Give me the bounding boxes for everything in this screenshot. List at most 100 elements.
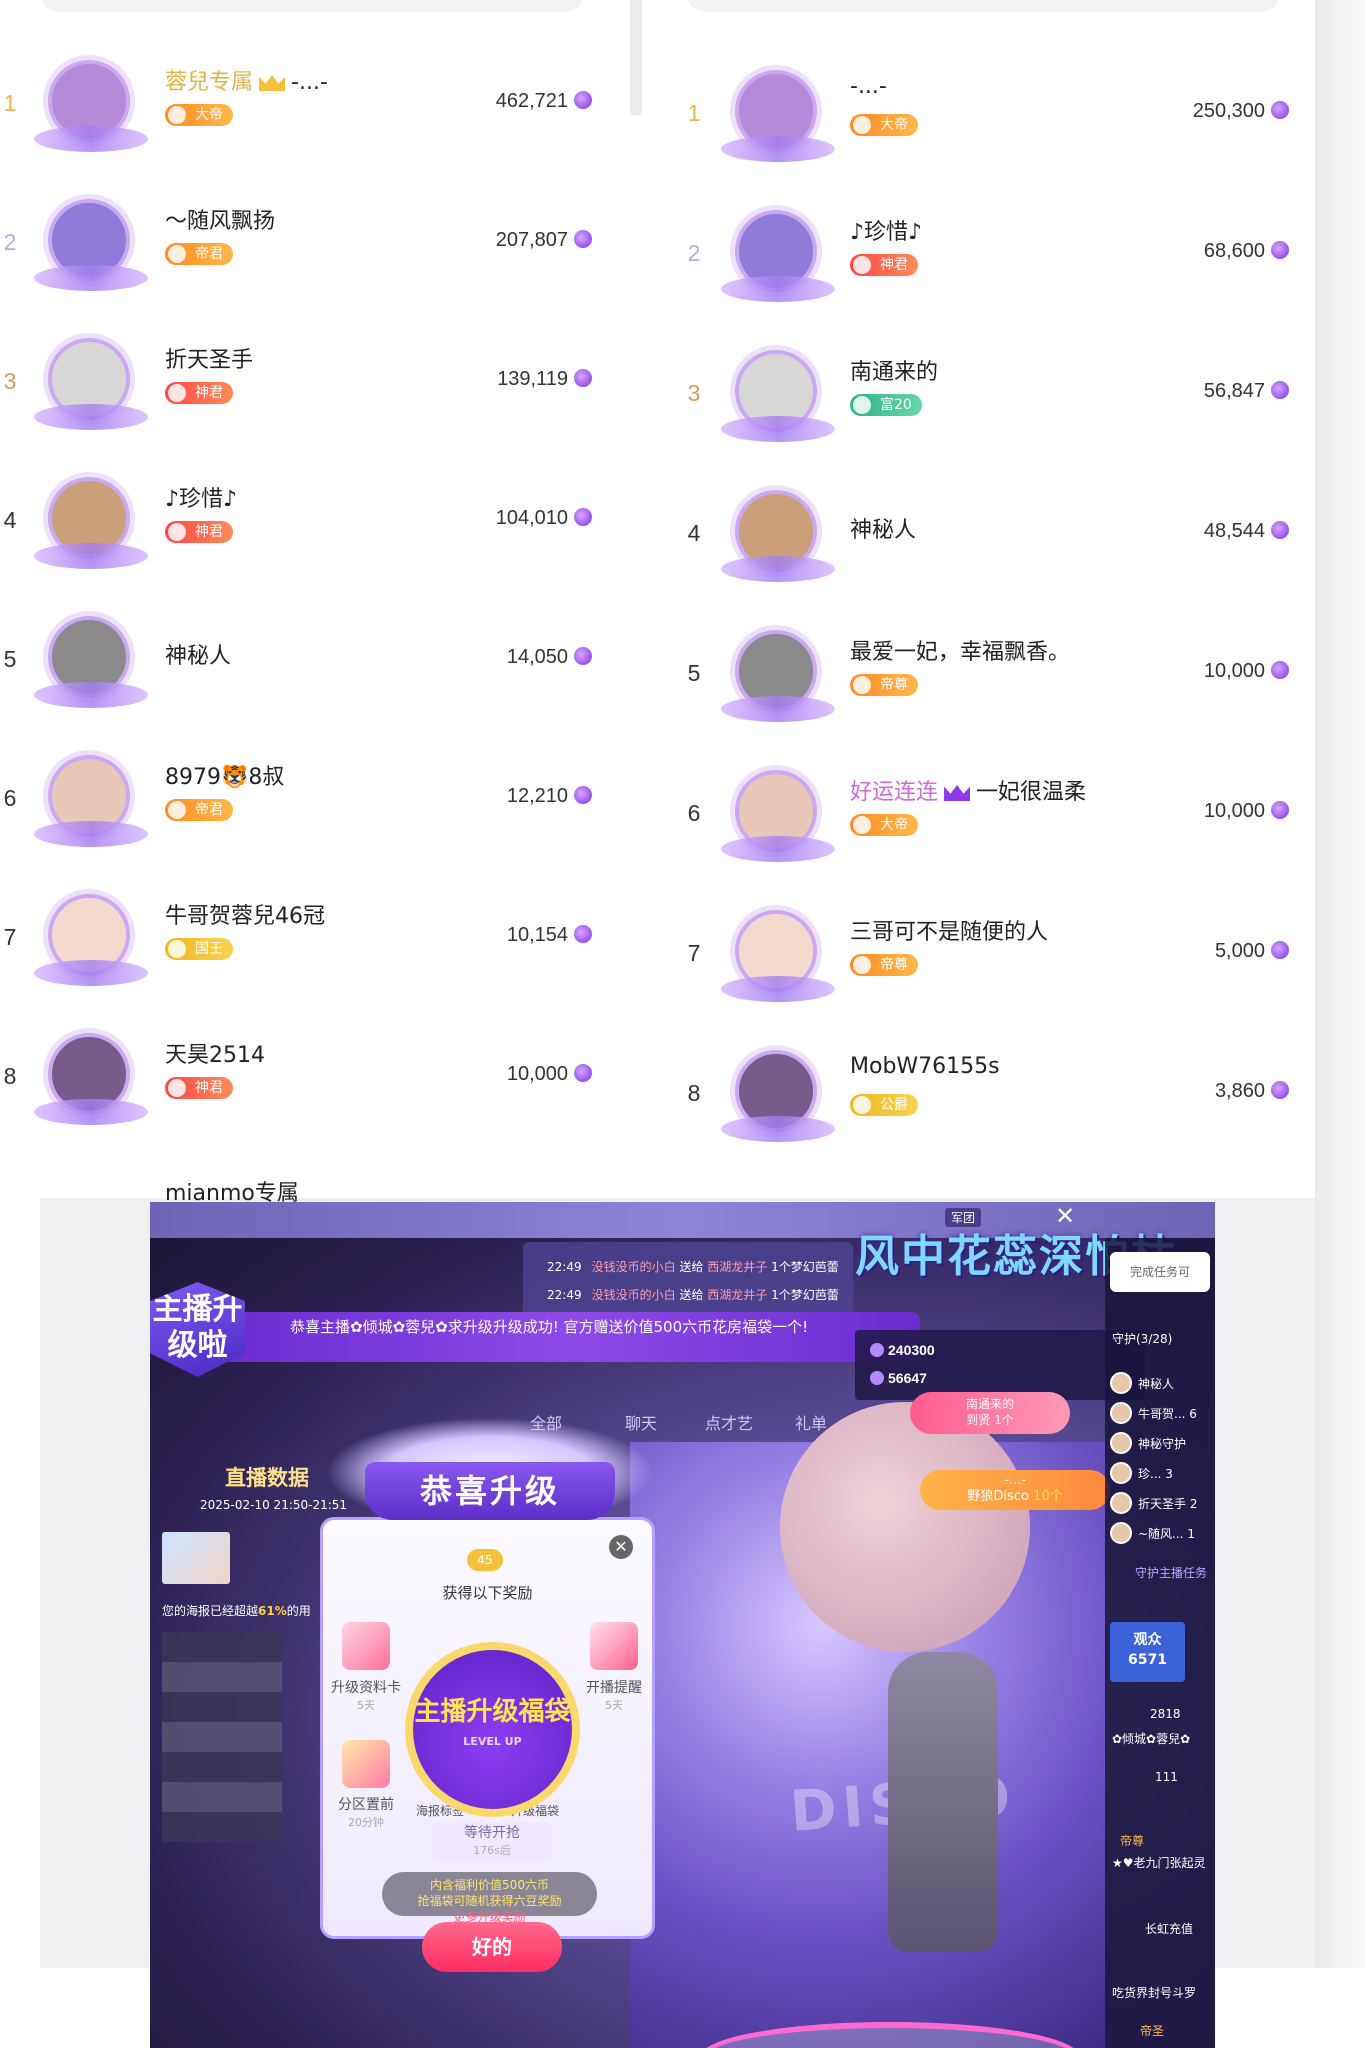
user-avatar[interactable] (721, 70, 835, 162)
level-badge: 神君 (850, 254, 918, 276)
tab-talent[interactable]: 点才艺 (705, 1410, 753, 1434)
user-name[interactable]: ～随风飘扬 (165, 203, 275, 235)
score-value: 462,721 (495, 90, 568, 112)
audience-count[interactable]: 观众 6571 (1110, 1622, 1185, 1682)
score-value: 10,000 (1203, 800, 1265, 822)
score-value: 207,807 (495, 229, 568, 251)
tab-gift-list[interactable]: 礼单 (795, 1410, 827, 1434)
viewer-item[interactable]: 帝圣 (1140, 2022, 1164, 2039)
user-name[interactable]: ♪珍惜♪ (850, 214, 922, 246)
user-name[interactable]: 神秘人 (850, 512, 916, 544)
user-avatar[interactable] (34, 616, 148, 708)
viewer-item[interactable]: 2818 (1150, 1707, 1181, 1721)
user-name[interactable]: -...- (850, 74, 887, 99)
user-avatar[interactable] (721, 1050, 835, 1142)
leaderboard-row[interactable]: 7 三哥可不是随便的人 帝尊 5,000 (650, 892, 1315, 1031)
user-name[interactable]: 南通来的 (850, 354, 938, 386)
leaderboard-row[interactable]: 2 ♪珍惜♪ 神君 68,600 (650, 192, 1315, 331)
leaderboard-row[interactable]: 5 神秘人 14,050 (0, 598, 620, 737)
user-name[interactable]: MobW76155s (850, 1054, 1000, 1079)
user-avatar[interactable] (34, 894, 148, 986)
guard-item[interactable]: 牛哥贺... 6 (1138, 1405, 1197, 1422)
leaderboard-row[interactable]: 8 天昊2514 神君 10,000 (0, 1015, 620, 1154)
score: 104,010 (496, 507, 592, 530)
guard-item[interactable]: 珍... 3 (1138, 1465, 1173, 1482)
leaderboard-row[interactable]: 8 MobW76155s 公爵 3,860 (650, 1032, 1315, 1171)
viewer-item[interactable]: 长虹充值 (1145, 1920, 1193, 1937)
viewer-item[interactable]: 111 (1155, 1770, 1178, 1784)
score: 10,000 (1204, 800, 1289, 823)
coin-icon (574, 786, 592, 804)
user-name[interactable]: 三哥可不是随便的人 (850, 914, 1048, 946)
crown-icon (944, 785, 971, 801)
user-avatar[interactable] (34, 60, 148, 152)
leaderboard-row[interactable]: 2 ～随风飘扬 帝君 207,807 (0, 181, 620, 320)
ok-button[interactable]: 好的 (422, 1922, 562, 1972)
rank-number: 6 (687, 800, 701, 826)
user-avatar[interactable] (721, 350, 835, 442)
leaderboard-row[interactable]: 1 蓉兒专属 -...- 大帝 462,721 (0, 42, 620, 181)
user-avatar[interactable] (721, 210, 835, 302)
rank-number: 5 (687, 660, 701, 686)
level-badge: 帝君 (165, 799, 233, 821)
viewer-item[interactable]: ✿倾城✿蓉兒✿ (1112, 1730, 1190, 1747)
leaderboard-row[interactable]: 6 8979🐯8叔 帝君 12,210 (0, 737, 620, 876)
user-avatar[interactable] (34, 477, 148, 569)
leaderboard-row[interactable]: 4 ♪珍惜♪ 神君 104,010 (0, 459, 620, 598)
user-name-text: 神秘人 (850, 518, 917, 543)
viewer-item[interactable]: 帝尊 (1120, 1832, 1144, 1849)
page-shadow (1315, 0, 1365, 1968)
user-name[interactable]: 牛哥贺蓉兒46冠 (165, 898, 325, 930)
user-name[interactable]: 神秘人 (165, 638, 231, 670)
chat-message: 22:49 没钱没币的小白 送给 西湖龙井子 1个梦幻芭蕾 (547, 1288, 839, 1302)
leaderboard-row[interactable]: 6 好运连连 一妃很温柔大帝 10,000 (650, 752, 1315, 891)
user-name[interactable]: 好运连连 一妃很温柔 (850, 774, 1086, 806)
level-badge: 神君 (165, 1077, 233, 1099)
guard-avatar (1110, 1522, 1132, 1544)
live-data-title: 直播数据 (225, 1466, 309, 1490)
guard-item[interactable]: ~随风... 1 (1138, 1525, 1195, 1542)
user-avatar[interactable] (721, 490, 835, 582)
leaderboard-row[interactable]: 7 牛哥贺蓉兒46冠 国王 10,154 (0, 876, 620, 1015)
leaderboard-row[interactable]: 1 -...- 大帝 250,300 (650, 52, 1315, 191)
user-name[interactable]: 折天圣手 (165, 342, 253, 374)
user-avatar[interactable] (721, 910, 835, 1002)
user-name[interactable]: 8979🐯8叔 (165, 759, 284, 791)
user-avatar[interactable] (721, 770, 835, 862)
level-badge: 大帝 (850, 814, 918, 836)
guard-item[interactable]: 折天圣手 2 (1138, 1495, 1197, 1512)
level-badge: 大帝 (850, 114, 918, 136)
poster-stat-text: 您的海报已经超越61%的用 (162, 1604, 311, 1618)
score-value: 10,000 (506, 1063, 568, 1085)
user-name-text: -...- (291, 70, 328, 95)
leaderboard-row[interactable]: 5 最爱一妃，幸福飘香。 帝尊 10,000 (650, 612, 1315, 751)
user-avatar[interactable] (34, 199, 148, 291)
viewer-item[interactable]: 吃货界封号斗罗 (1112, 1984, 1196, 2001)
coin-icon (1271, 661, 1289, 679)
leaderboard-row[interactable]: 3 折天圣手 神君 139,119 (0, 320, 620, 459)
board-divider (630, 0, 642, 115)
leaderboard-row[interactable]: 3 南通来的 富20 56,847 (650, 332, 1315, 471)
user-name[interactable]: 最爱一妃，幸福飘香。 (850, 634, 1070, 666)
guard-header[interactable]: 守护(3/28) (1112, 1330, 1172, 1347)
user-name[interactable]: 天昊2514 (165, 1037, 265, 1069)
score: 139,119 (497, 368, 592, 391)
close-icon[interactable]: ✕ (609, 1535, 633, 1559)
guard-hint[interactable]: 守护主播任务 (1135, 1564, 1207, 1581)
user-avatar[interactable] (34, 755, 148, 847)
stat-value: 56647 (870, 1370, 927, 1386)
user-avatar[interactable] (34, 338, 148, 430)
user-avatar[interactable] (721, 630, 835, 722)
score: 250,300 (1193, 100, 1289, 123)
leaderboard-row[interactable]: 4 神秘人 48,544 (650, 472, 1315, 611)
guard-item[interactable]: 神秘守护 (1138, 1435, 1186, 1452)
guard-item[interactable]: 神秘人 (1138, 1375, 1174, 1392)
user-name-text: 一妃很温柔 (976, 780, 1087, 805)
viewer-item[interactable]: ★♥老九门张起灵 (1112, 1854, 1206, 1871)
user-name[interactable]: ♪珍惜♪ (165, 481, 237, 513)
user-avatar[interactable] (34, 1033, 148, 1125)
rank-number: 1 (687, 100, 701, 126)
task-button[interactable]: 完成任务可 (1110, 1252, 1210, 1292)
poster-thumbnail[interactable] (162, 1532, 230, 1584)
user-name[interactable]: 蓉兒专属 -...- (165, 64, 328, 96)
